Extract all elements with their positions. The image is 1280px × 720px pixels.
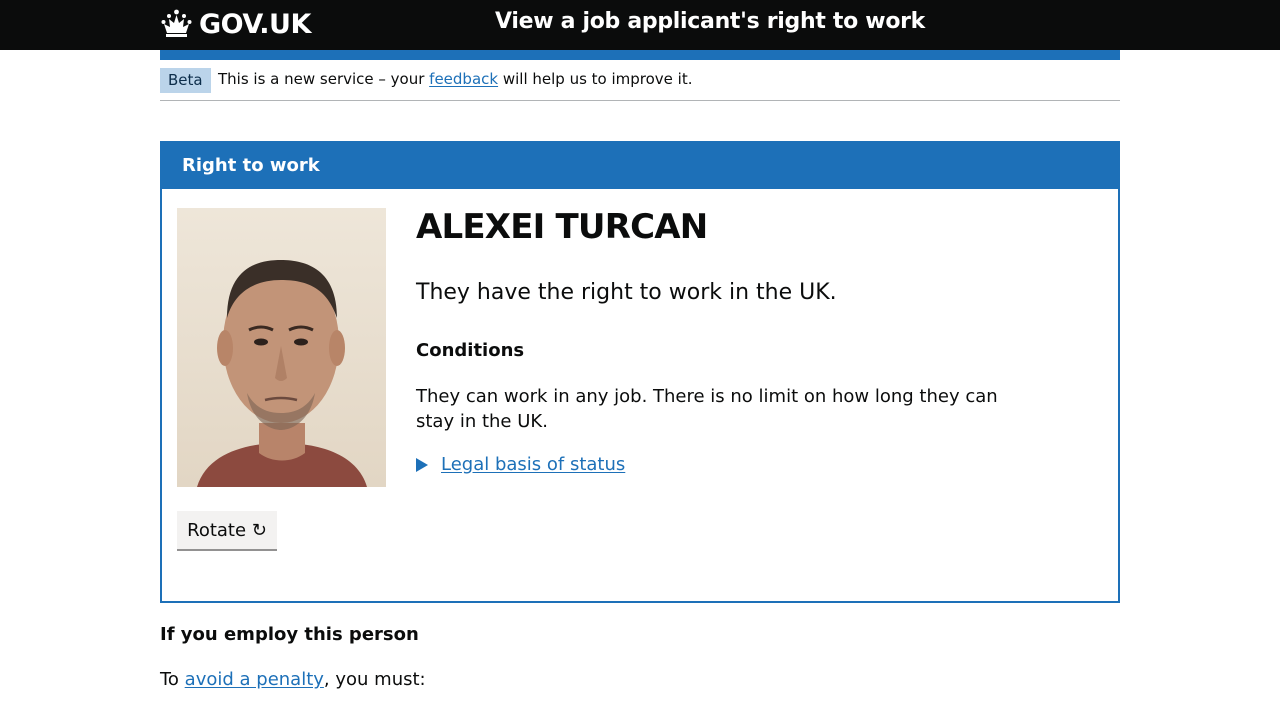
legal-basis-details[interactable]: Legal basis of status — [416, 454, 625, 475]
card-header: Right to work — [162, 143, 1118, 189]
avoid-penalty-link[interactable]: avoid a penalty — [185, 669, 324, 690]
phase-text-after: will help us to improve it. — [498, 70, 693, 88]
employ-heading: If you employ this person — [160, 624, 419, 645]
right-to-work-card: Right to work Rotate ↻ ALEXEI TURCAN The… — [160, 141, 1120, 603]
feedback-link[interactable]: feedback — [429, 70, 498, 88]
crown-icon — [161, 9, 192, 37]
header-blue-stripe — [160, 50, 1120, 60]
phase-banner-text: This is a new service – your feedback wi… — [218, 70, 693, 88]
legal-basis-link[interactable]: Legal basis of status — [441, 454, 625, 475]
phase-text-before: This is a new service – your — [218, 70, 430, 88]
phase-banner: Beta This is a new service – your feedba… — [160, 68, 1120, 101]
triangle-right-icon — [416, 457, 428, 472]
govuk-logo-link[interactable]: GOV.UK — [160, 6, 311, 42]
applicant-name: ALEXEI TURCAN — [416, 207, 708, 247]
beta-tag: Beta — [160, 68, 211, 93]
penalty-instruction: To avoid a penalty, you must: — [160, 669, 426, 690]
penalty-text-before: To — [160, 669, 185, 690]
right-to-work-status: They have the right to work in the UK. — [416, 280, 837, 305]
rotate-button[interactable]: Rotate ↻ — [177, 511, 277, 549]
penalty-text-after: , you must: — [323, 669, 426, 690]
conditions-heading: Conditions — [416, 340, 525, 361]
conditions-text: They can work in any job. There is no li… — [416, 386, 998, 432]
logo-text: GOV.UK — [199, 8, 311, 40]
site-header: GOV.UK View a job applicant's right to w… — [0, 0, 1280, 50]
applicant-photo — [177, 208, 386, 487]
service-name[interactable]: View a job applicant's right to work — [495, 9, 925, 34]
